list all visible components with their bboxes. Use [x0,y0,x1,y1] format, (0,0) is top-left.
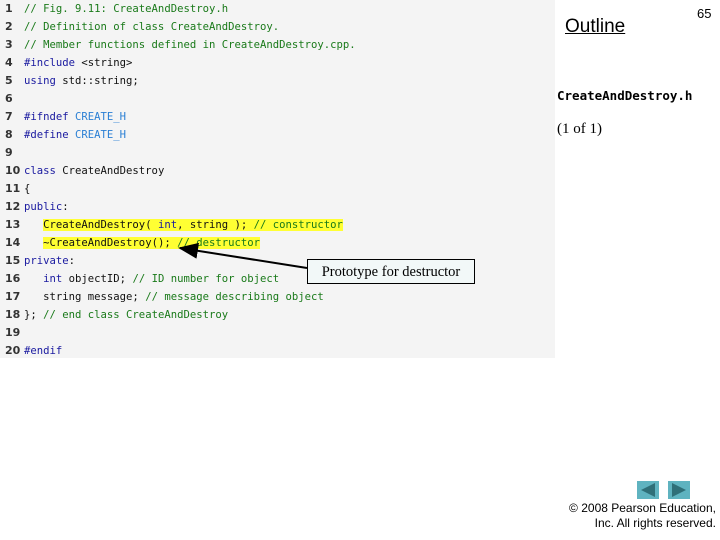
copyright-line-1: © 2008 Pearson Education, [569,501,716,515]
line-number: 16 [5,272,21,285]
line-number: 5 [5,74,13,87]
file-label: CreateAndDestroy.h [557,88,693,103]
line-number: 18 [5,308,21,321]
line-number: 19 [5,326,21,339]
code-listing: 1 // Fig. 9.11: CreateAndDestroy.h 2 // Def… [0,0,555,358]
page-number: 65 [697,6,712,21]
page-count: (1 of 1) [557,121,602,137]
callout-box: Prototype for destructor [307,259,475,284]
copyright-line-2: Inc. All rights reserved. [594,516,716,530]
code-text: }; // end class CreateAndDestroy [24,309,229,321]
triangle-left-icon [641,483,655,497]
line-number: 3 [5,38,13,51]
line-number: 15 [5,254,21,267]
code-text: #include <string> [24,57,133,69]
line-number: 1 [5,2,13,15]
triangle-right-icon [672,483,686,497]
line-number: 8 [5,128,13,141]
code-text: // Fig. 9.11: CreateAndDestroy.h [24,3,229,15]
line-number: 2 [5,20,13,33]
code-text: class CreateAndDestroy [24,165,165,177]
line-number: 17 [5,290,21,303]
line-number: 13 [5,218,21,231]
outline-title[interactable]: Outline [565,16,625,38]
code-text: ~CreateAndDestroy(); // destructor [43,237,260,249]
line-number: 20 [5,344,21,357]
previous-slide-button[interactable] [637,481,659,499]
line-number: 11 [5,182,21,195]
line-number: 7 [5,110,13,123]
code-text: #ifndef CREATE_H [24,111,127,123]
code-text: { [24,183,31,195]
line-number: 10 [5,164,21,177]
line-number: 12 [5,200,21,213]
code-text: #endif [24,345,63,357]
code-text: private: [24,255,76,267]
code-text: public: [24,201,69,213]
line-number: 9 [5,146,13,159]
code-text: string message; // message describing ob… [24,291,324,303]
code-text: // Member functions defined in CreateAnd… [24,39,356,51]
next-slide-button[interactable] [668,481,690,499]
line-number: 4 [5,56,13,69]
code-text: // Definition of class CreateAndDestroy. [24,21,280,33]
code-text: int objectID; // ID number for object [43,273,280,285]
copyright: © 2008 Pearson Education, Inc. All right… [569,501,716,531]
line-number: 6 [5,92,13,105]
code-text: using std::string; [24,75,139,87]
code-text: #define CREATE_H [24,129,127,141]
line-number: 14 [5,236,21,249]
code-text: CreateAndDestroy( int, string ); // cons… [43,219,343,231]
